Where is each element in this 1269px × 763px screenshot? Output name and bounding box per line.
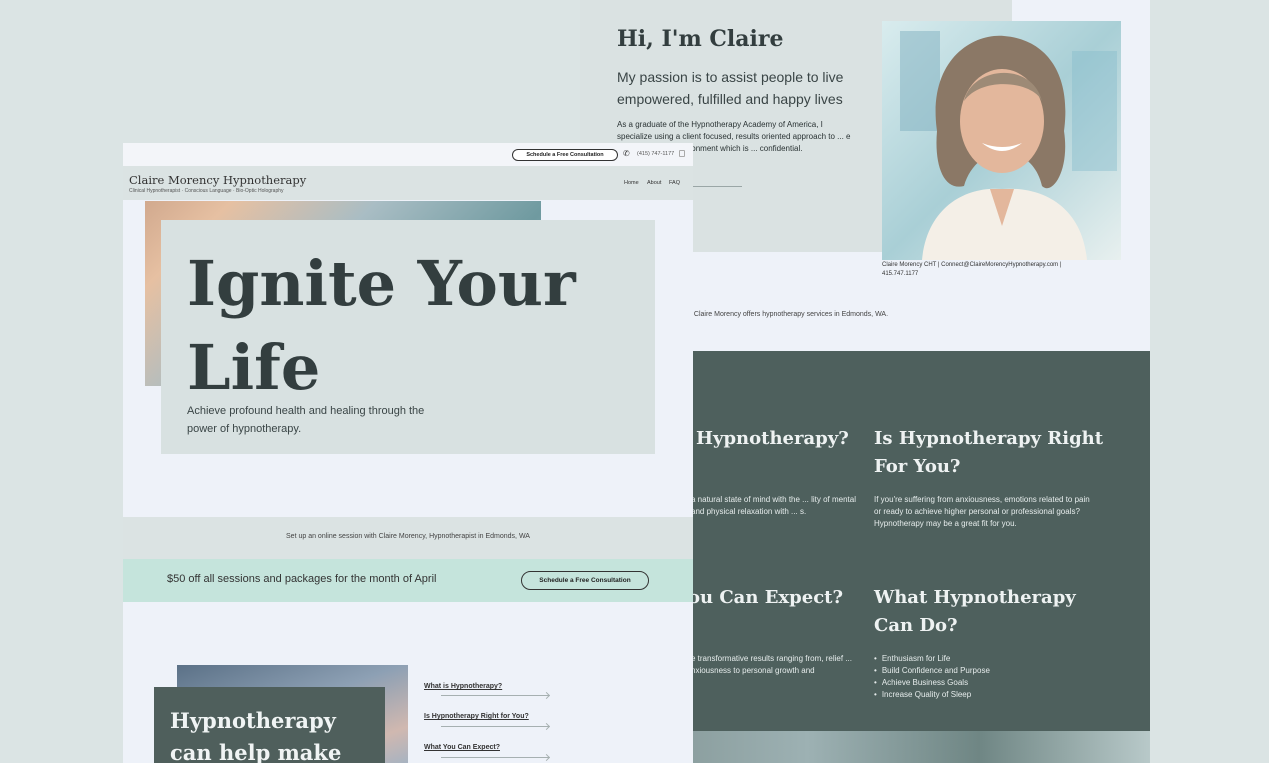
faq-link-expect[interactable]: What You Can Expect? [424, 744, 500, 751]
nav-link-faq[interactable]: FAQ [669, 180, 680, 186]
list-item: Enthusiasm for Life [874, 653, 990, 665]
schedule-consultation-button[interactable]: Schedule a Free Consultation [512, 149, 618, 161]
hero-subtitle: Achieve profound health and healing thro… [187, 405, 425, 435]
utility-bar: Schedule a Free Consultation ✆ (415) 747… [123, 143, 693, 166]
hero-panel: Ignite Your Life Achieve profound health… [161, 220, 655, 454]
arrow-right-icon[interactable] [441, 726, 549, 727]
phone-number[interactable]: (415) 747-1177 [637, 151, 674, 157]
nav-link-about[interactable]: About [647, 180, 661, 186]
about-title: Hi, I'm Claire [617, 26, 784, 52]
promo-band: $50 off all sessions and packages for th… [123, 559, 693, 602]
claire-portrait [882, 21, 1121, 260]
brand-name[interactable]: Claire Morency Hypnotherapy [129, 173, 306, 187]
promo-text: $50 off all sessions and packages for th… [167, 573, 437, 585]
faq-link-what-is[interactable]: What is Hypnotherapy? [424, 683, 502, 690]
phone-icon: ✆ [623, 149, 630, 158]
services-line: t Claire Morency offers hypnotherapy ser… [690, 311, 889, 318]
what-is-text: a natural state of mind with the ... lit… [691, 495, 856, 516]
arrow-right-icon[interactable] [441, 695, 549, 696]
about-arrow-icon[interactable] [690, 186, 742, 187]
online-session-text: Set up an online session with Claire Mor… [286, 533, 530, 540]
online-session-band: Set up an online session with Claire Mor… [123, 517, 693, 559]
bottom-panel: Hypnotherapy can help make lasting [154, 687, 385, 763]
expect-heading: ou Can Expect? [688, 587, 844, 608]
list-item: Increase Quality of Sleep [874, 689, 990, 701]
list-item: Build Confidence and Purpose [874, 665, 990, 677]
arrow-right-icon[interactable] [441, 757, 549, 758]
home-page-card: Schedule a Free Consultation ✆ (415) 747… [123, 143, 693, 763]
main-nav: Claire Morency Hypnotherapy Clinical Hyp… [123, 166, 693, 200]
can-do-heading: What Hypnotherapy Can Do? [874, 587, 1076, 636]
what-is-heading: Hypnotherapy? [696, 428, 849, 449]
about-lead: My passion is to assist people to live e… [617, 69, 844, 107]
nav-link-home[interactable]: Home [624, 180, 639, 186]
can-do-list: Enthusiasm for Life Build Confidence and… [874, 653, 990, 701]
expect-text: e transformative results ranging from, r… [691, 654, 852, 675]
faq-link-right-for-you[interactable]: Is Hypnotherapy Right for You? [424, 713, 529, 720]
right-for-you-text: If you're suffering from anxiousness, em… [874, 495, 1090, 528]
promo-schedule-button[interactable]: Schedule a Free Consultation [521, 571, 649, 590]
portrait-caption: Claire Morency CHT | Connect@ClaireMoren… [882, 262, 1062, 277]
bottom-title: Hypnotherapy can help make lasting [170, 708, 342, 763]
brand-tagline: Clinical Hypnotherapist · Conscious Lang… [129, 188, 284, 194]
right-for-you-heading: Is Hypnotherapy Right For You? [874, 428, 1104, 477]
copy-icon[interactable] [679, 150, 685, 157]
list-item: Achieve Business Goals [874, 677, 990, 689]
hero-title: Ignite Your Life [187, 247, 576, 404]
